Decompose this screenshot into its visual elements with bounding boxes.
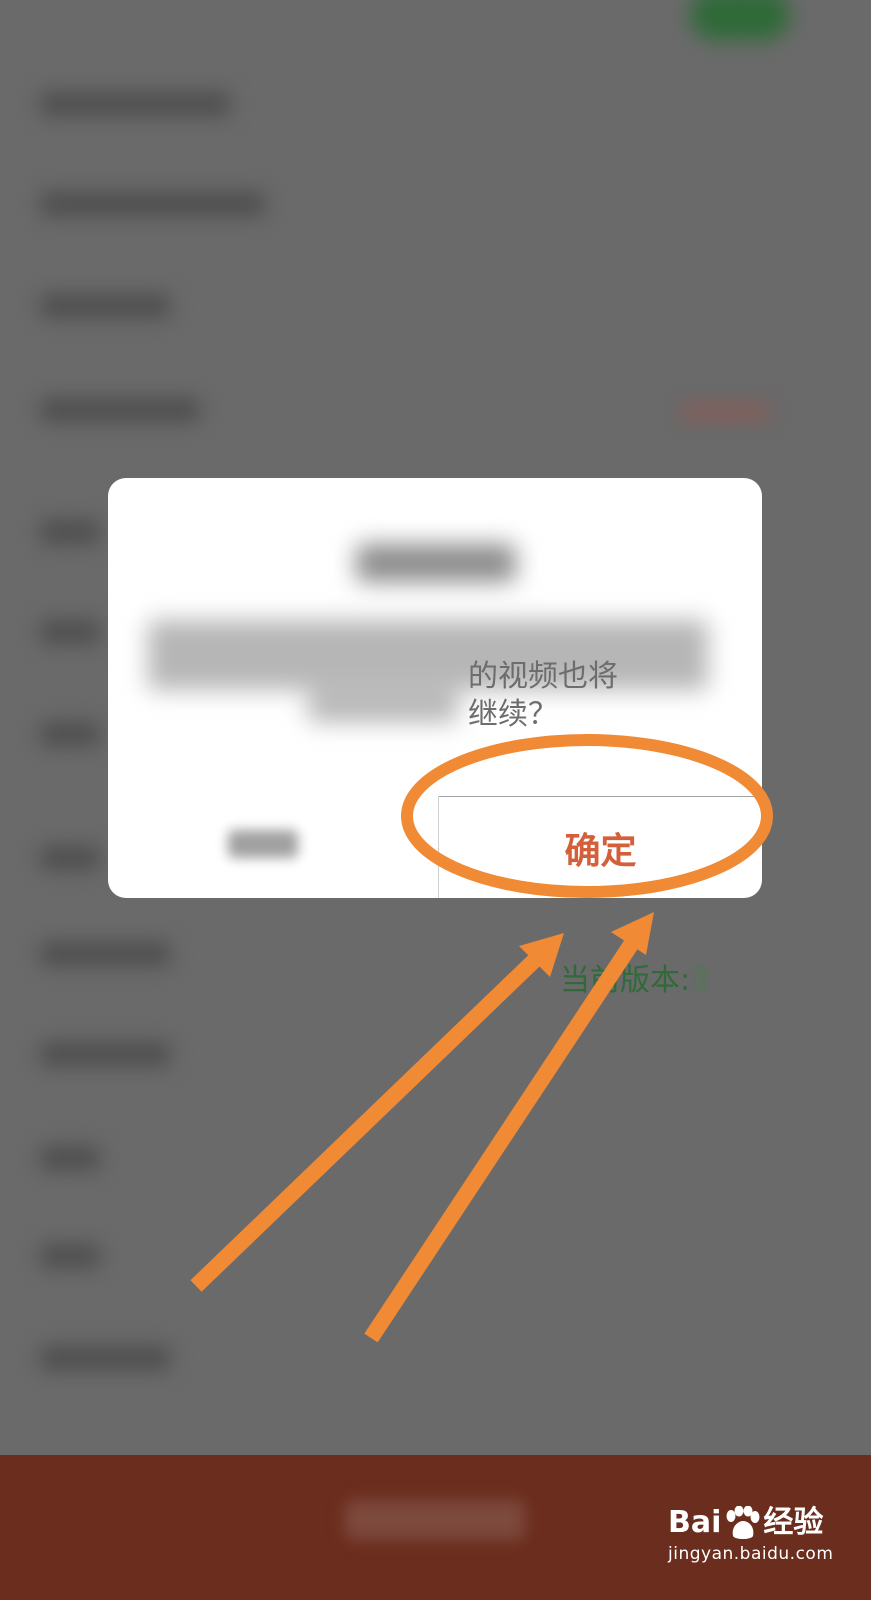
setting-row[interactable] xyxy=(40,398,200,422)
confirm-button[interactable]: 确定 xyxy=(439,797,762,898)
bottom-bar-button-label xyxy=(345,1500,525,1540)
watermark-brand-left: Bai xyxy=(668,1505,722,1540)
setting-row[interactable] xyxy=(40,846,100,870)
app-screen: 当前版本:3 的视频也将 继续？ 确定 Bai 经验 jingyan.baidu… xyxy=(0,0,871,1600)
version-prefix: 当前版本: xyxy=(560,963,691,998)
dialog-message-line1: 的视频也将 xyxy=(468,659,618,694)
cancel-button[interactable] xyxy=(228,830,298,858)
setting-row[interactable] xyxy=(40,92,230,116)
setting-row[interactable] xyxy=(40,520,100,544)
setting-row[interactable] xyxy=(40,192,265,216)
setting-row[interactable] xyxy=(40,942,170,966)
watermark-url: jingyan.baidu.com xyxy=(668,1544,834,1564)
setting-badge xyxy=(680,405,770,419)
setting-row[interactable] xyxy=(40,722,100,746)
dialog-body-blurred xyxy=(308,692,458,722)
dialog-message-line2: 继续？ xyxy=(468,697,558,732)
setting-toggle[interactable] xyxy=(690,0,790,40)
baidu-jingyan-watermark: Bai 经验 jingyan.baidu.com xyxy=(668,1505,858,1564)
dialog-message: 的视频也将 继续？ xyxy=(468,658,768,734)
watermark-brand-right: 经验 xyxy=(763,1505,824,1540)
setting-row[interactable] xyxy=(40,1146,100,1170)
setting-row[interactable] xyxy=(40,620,100,644)
setting-row[interactable] xyxy=(40,1042,170,1066)
dialog-title xyxy=(356,544,516,582)
confirm-dialog: 的视频也将 继续？ 确定 xyxy=(108,478,762,898)
paw-icon xyxy=(723,1505,761,1540)
version-number: 3 xyxy=(690,963,710,998)
setting-row[interactable] xyxy=(40,1346,170,1370)
current-version-label: 当前版本:3 xyxy=(560,955,709,999)
setting-row[interactable] xyxy=(40,294,170,318)
setting-row[interactable] xyxy=(40,1244,100,1268)
